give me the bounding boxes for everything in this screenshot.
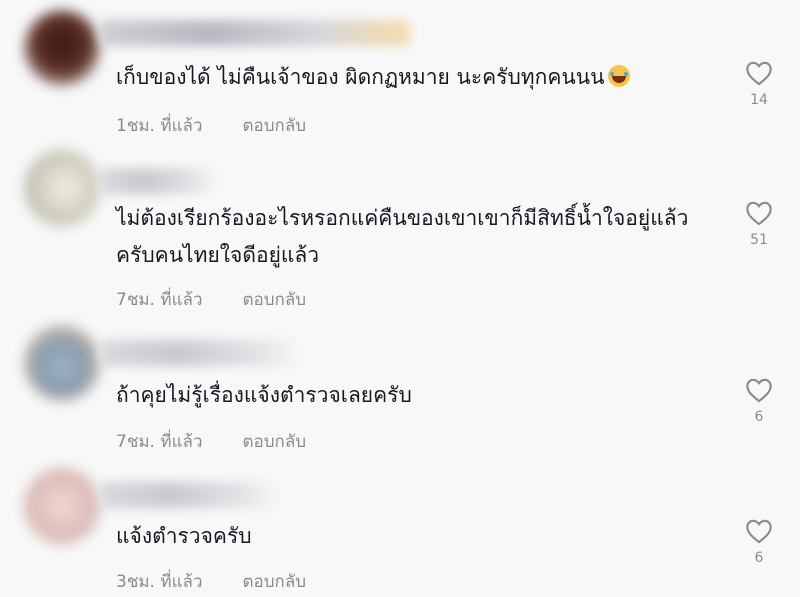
comment-meta: 3ชม. ที่แล้ว ตอบกลับ — [116, 568, 306, 595]
like-control[interactable]: 6 — [740, 518, 778, 566]
heart-outline-icon[interactable] — [745, 377, 773, 403]
like-count: 14 — [750, 92, 768, 108]
comment-text: ไม่ต้องเรียกร้องอะไรหรอกแค่คืนของเขาเขาก… — [116, 200, 716, 274]
comment-text: ถ้าคุยไม่รู้เรื่องแจ้งตำรวจเลยครับ — [116, 377, 716, 414]
like-control[interactable]: 14 — [740, 60, 778, 108]
comment-text-content: เก็บของได้ ไม่คืนเจ้าของ ผิดกฏหมาย นะครั… — [116, 65, 605, 89]
laughing-emoji-icon — [608, 65, 631, 87]
comment-text: เก็บของได้ ไม่คืนเจ้าของ ผิดกฏหมาย นะครั… — [116, 59, 716, 96]
reply-button[interactable]: ตอบกลับ — [243, 568, 307, 595]
comment-text-content: ไม่ต้องเรียกร้องอะไรหรอกแค่คืนของเขาเขาก… — [116, 206, 689, 267]
username-blurred[interactable] — [100, 168, 215, 194]
comment-text-content: แจ้งตำรวจครับ — [116, 524, 252, 548]
avatar[interactable] — [24, 468, 100, 544]
comment-meta: 7ชม. ที่แล้ว ตอบกลับ — [116, 428, 306, 455]
like-count: 51 — [750, 232, 768, 248]
comment-time: 7ชม. ที่แล้ว — [116, 290, 203, 310]
comment-time: 3ชม. ที่แล้ว — [116, 572, 203, 592]
avatar[interactable] — [24, 150, 100, 226]
comment-meta: 7ชม. ที่แล้ว ตอบกลับ — [116, 286, 306, 313]
reply-button[interactable]: ตอบกลับ — [243, 112, 307, 139]
like-control[interactable]: 6 — [740, 377, 778, 425]
comment-time: 1ชม. ที่แล้ว — [116, 116, 203, 136]
heart-outline-icon[interactable] — [745, 518, 773, 544]
avatar[interactable] — [24, 10, 100, 86]
reply-button[interactable]: ตอบกลับ — [243, 286, 307, 313]
comment-meta: 1ชม. ที่แล้ว ตอบกลับ — [116, 112, 306, 139]
comment-text: แจ้งตำรวจครับ — [116, 518, 716, 555]
username-blurred[interactable] — [100, 340, 295, 366]
heart-outline-icon[interactable] — [745, 60, 773, 86]
username-blurred[interactable] — [100, 482, 275, 508]
like-count: 6 — [754, 409, 764, 425]
like-control[interactable]: 51 — [740, 200, 778, 248]
username-blurred[interactable] — [100, 20, 410, 46]
comment-time: 7ชม. ที่แล้ว — [116, 432, 203, 452]
avatar[interactable] — [24, 325, 100, 401]
heart-outline-icon[interactable] — [745, 200, 773, 226]
like-count: 6 — [754, 550, 764, 566]
comment-text-content: ถ้าคุยไม่รู้เรื่องแจ้งตำรวจเลยครับ — [116, 383, 412, 407]
reply-button[interactable]: ตอบกลับ — [243, 428, 307, 455]
